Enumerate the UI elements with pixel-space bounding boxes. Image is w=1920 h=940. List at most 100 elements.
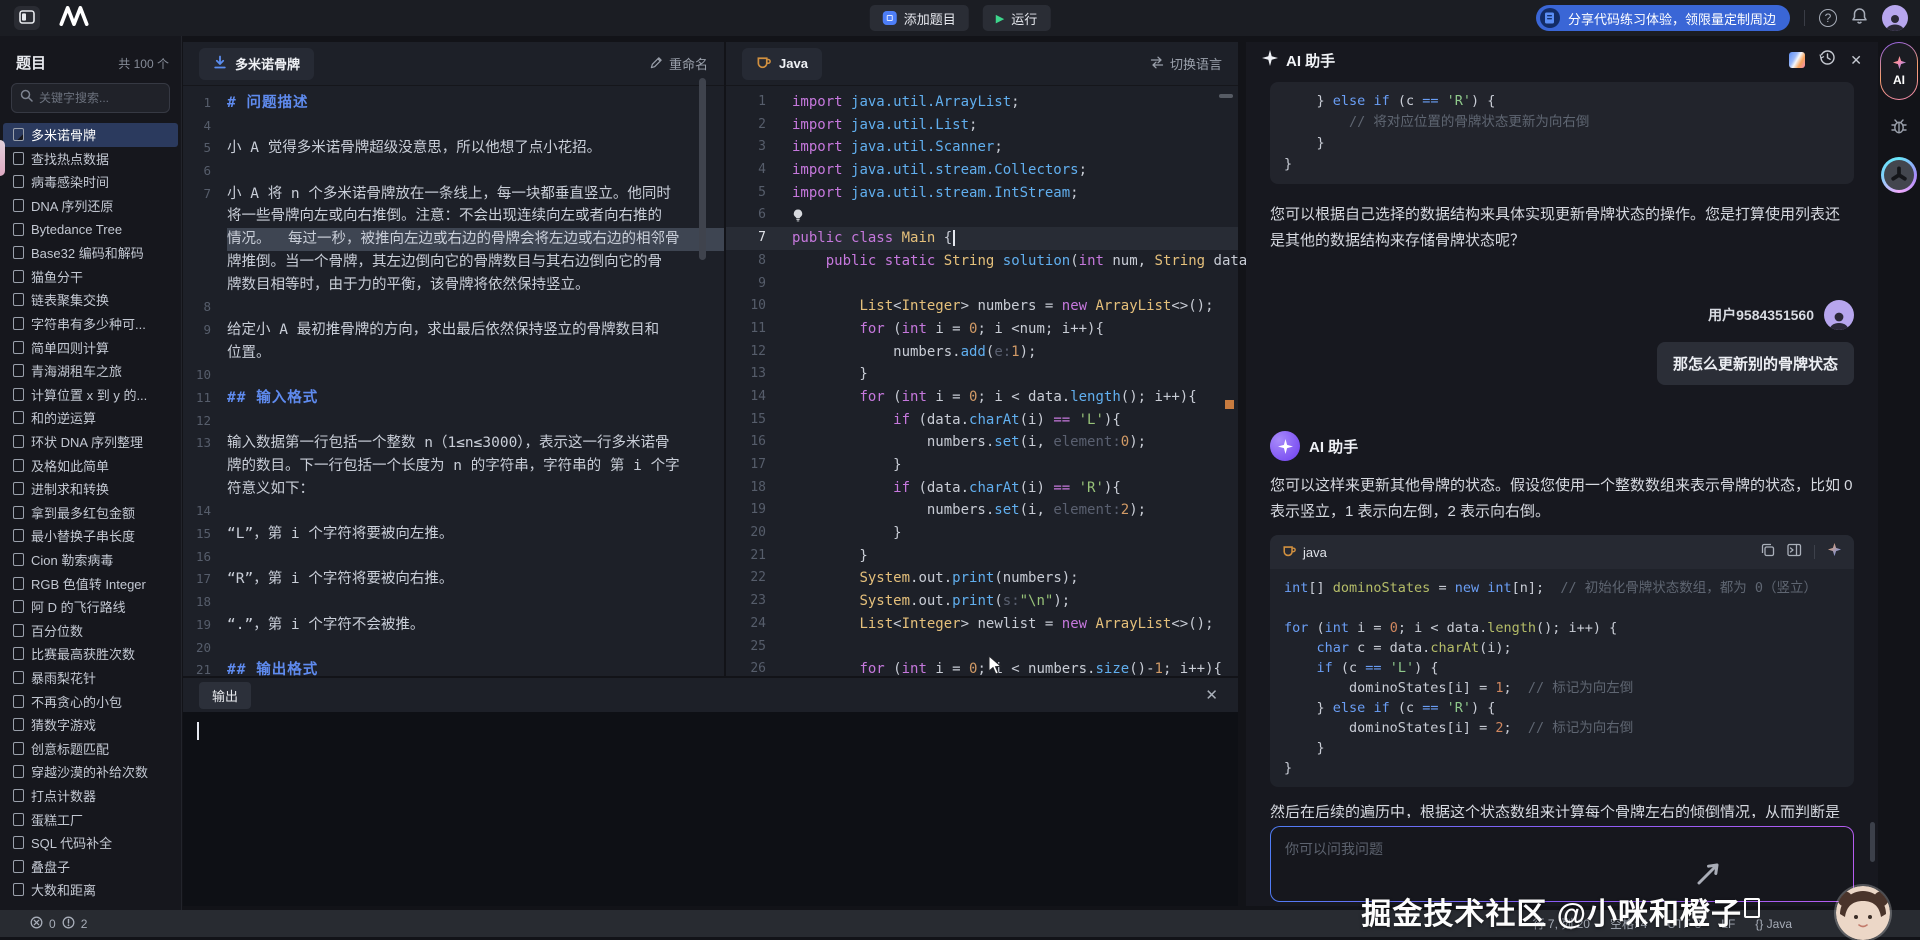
close-icon[interactable]: ✕ <box>1850 52 1862 69</box>
sidebar-item-label: DNA 序列还原 <box>31 196 113 215</box>
doc-line: 情况。 每过一秒，被推向左边或右边的骨牌会将左边或右边的相邻骨 <box>183 228 724 251</box>
insert-code-icon[interactable] <box>1787 543 1802 562</box>
code-editor[interactable]: 1import java.util.ArrayList;2import java… <box>726 86 1238 681</box>
sidebar-item[interactable]: 猜数字游戏 <box>0 713 181 737</box>
search-input[interactable] <box>39 91 157 105</box>
copy-icon[interactable] <box>1761 543 1775 562</box>
sidebar-item[interactable]: 字符串有多少种可... <box>0 312 181 336</box>
help-icon[interactable]: ? <box>1819 9 1837 27</box>
user-name: 用户9584351560 <box>1708 305 1814 325</box>
encoding[interactable]: UTF-8 <box>1667 917 1701 931</box>
code-line: } <box>1284 133 1840 154</box>
file-icon <box>13 482 24 495</box>
rename-button[interactable]: 重命名 <box>650 54 708 73</box>
switch-language-button[interactable]: 切换语言 <box>1150 54 1222 73</box>
sidebar-item[interactable]: DNA 序列还原 <box>0 194 181 218</box>
sidebar-item[interactable]: 病毒感染时间 <box>0 170 181 194</box>
sidebar-item[interactable]: 及格如此简单 <box>0 453 181 477</box>
editor-line: 14 for (int i = 0; i < data.length(); i+… <box>726 386 1238 409</box>
ai-scrollbar[interactable] <box>1870 822 1875 862</box>
output-tab[interactable]: 输出 <box>199 682 251 709</box>
sidebar-item[interactable]: 穿越沙漠的补给次数 <box>0 760 181 784</box>
indent-setting[interactable]: 空格: 4 <box>1610 915 1647 932</box>
problem-tab[interactable]: 多米诺骨牌 <box>199 48 314 80</box>
editor-scrollbar[interactable] <box>1219 94 1233 98</box>
sidebar-item[interactable]: 打点计数器 <box>0 784 181 808</box>
sidebar-item[interactable]: 最小替换子串长度 <box>0 524 181 548</box>
editor-line: 4import java.util.stream.Collectors; <box>726 159 1238 182</box>
error-icon[interactable] <box>30 916 43 932</box>
sidebar-item[interactable]: 创意标题匹配 <box>0 736 181 760</box>
history-icon[interactable] <box>1819 49 1836 71</box>
sidebar-item[interactable]: 大数和距离 <box>0 878 181 902</box>
ai-rail-button[interactable]: AI <box>1880 42 1918 100</box>
sidebar-item[interactable]: 阿 D 的飞行路线 <box>0 595 181 619</box>
sidebar-toggle-button[interactable] <box>14 6 40 30</box>
doc-line: 13输入数据第一行包括一个整数 n（1≤n≤3000），表示这一行多米诺骨 <box>183 432 724 455</box>
sidebar-item[interactable]: 拿到最多红包金额 <box>0 501 181 525</box>
promo-banner-label: 分享代码练习体验，领限量定制周边 <box>1568 9 1776 28</box>
file-icon <box>13 435 24 448</box>
problem-scrollbar[interactable] <box>699 78 706 260</box>
sidebar-item-label: 大数和距离 <box>31 880 96 899</box>
sidebar-item[interactable]: Cion 勒索病毒 <box>0 548 181 572</box>
magic-icon[interactable] <box>1827 542 1842 562</box>
sidebar-item[interactable]: 青海湖租车之旅 <box>0 359 181 383</box>
sidebar-item[interactable]: 比赛最高获胜次数 <box>0 642 181 666</box>
eol-setting[interactable]: LF <box>1721 917 1735 931</box>
warning-marker <box>1225 400 1234 409</box>
close-icon[interactable]: ✕ <box>1205 686 1218 704</box>
brand-logo-button[interactable] <box>1881 157 1917 193</box>
quickfix-lightbulb-icon[interactable] <box>792 208 804 223</box>
sidebar-item[interactable]: 多米诺骨牌 <box>3 123 178 147</box>
bug-icon[interactable] <box>1889 116 1909 141</box>
sidebar-item-label: 暴雨梨花针 <box>31 668 96 687</box>
search-box[interactable] <box>11 83 170 113</box>
sidebar-item[interactable]: 链表聚集交换 <box>0 288 181 312</box>
sidebar-item[interactable]: 计算位置 x 到 y 的... <box>0 383 181 407</box>
sidebar-item[interactable]: 查找热点数据 <box>0 147 181 171</box>
promo-banner[interactable]: 分享代码练习体验，领限量定制周边 <box>1536 5 1790 31</box>
add-problem-button[interactable]: 添加题目 <box>870 5 969 31</box>
problem-count: 共 100 个 <box>118 55 169 72</box>
sidebar-item[interactable]: 蛋糕工厂 <box>0 807 181 831</box>
cursor-position[interactable]: 行 7, 列 20 <box>1533 915 1590 932</box>
warning-icon[interactable] <box>62 916 75 932</box>
sidebar-item[interactable]: 简单四则计算 <box>0 335 181 359</box>
code-line: dominoStates[i] = 2; // 标记为向右倒 <box>1284 718 1840 738</box>
chat-area[interactable]: } else if (c == 'R') { // 将对应位置的骨牌状态更新为向… <box>1270 76 1854 818</box>
sidebar-title: 题目 <box>16 52 46 73</box>
theme-gradient-icon[interactable] <box>1789 52 1805 68</box>
run-button[interactable]: ▶ 运行 <box>983 5 1050 31</box>
chat-input[interactable] <box>1271 827 1853 901</box>
code-line: } <box>1284 738 1840 758</box>
sidebar-item[interactable]: 环状 DNA 序列整理 <box>0 430 181 454</box>
assistant-name: AI 助手 <box>1309 436 1358 457</box>
sidebar-item[interactable]: SQL 代码补全 <box>0 831 181 855</box>
bell-icon[interactable] <box>1851 7 1868 30</box>
doc-line: 19“.”，第 i 个字符不会被推。 <box>183 614 724 637</box>
chat-input-box[interactable] <box>1270 826 1854 902</box>
sidebar-item[interactable]: 和的逆运算 <box>0 406 181 430</box>
file-icon <box>13 317 24 330</box>
sidebar-item-label: 多米诺骨牌 <box>31 125 96 144</box>
play-icon: ▶ <box>996 12 1004 25</box>
sidebar-item[interactable]: 不再贪心的小包 <box>0 689 181 713</box>
sidebar-item[interactable]: Base32 编码和解码 <box>0 241 181 265</box>
sidebar-item[interactable]: RGB 色值转 Integer <box>0 571 181 595</box>
language-tab[interactable]: Java <box>742 48 822 80</box>
output-console[interactable] <box>183 712 1238 906</box>
sidebar-item[interactable]: 进制求和转换 <box>0 477 181 501</box>
ai-panel-title: AI 助手 <box>1286 50 1335 71</box>
language-mode[interactable]: {} Java <box>1755 917 1792 931</box>
problem-markdown[interactable]: 1# 问题描述45小 A 觉得多米诺骨牌超级没意思，所以他想了点小花招。67小 … <box>183 86 724 682</box>
sidebar-item[interactable]: 百分位数 <box>0 618 181 642</box>
search-icon <box>20 89 33 107</box>
sidebar-item[interactable]: 叠盘子 <box>0 854 181 878</box>
sidebar-item-label: Cion 勒索病毒 <box>31 550 113 569</box>
sidebar-item[interactable]: 猫鱼分干 <box>0 265 181 289</box>
account-avatar[interactable] <box>1882 5 1908 31</box>
sidebar-item[interactable]: Bytedance Tree <box>0 217 181 241</box>
editor-line: 8 public static String solution(int num,… <box>726 250 1238 273</box>
sidebar-item[interactable]: 暴雨梨花针 <box>0 666 181 690</box>
